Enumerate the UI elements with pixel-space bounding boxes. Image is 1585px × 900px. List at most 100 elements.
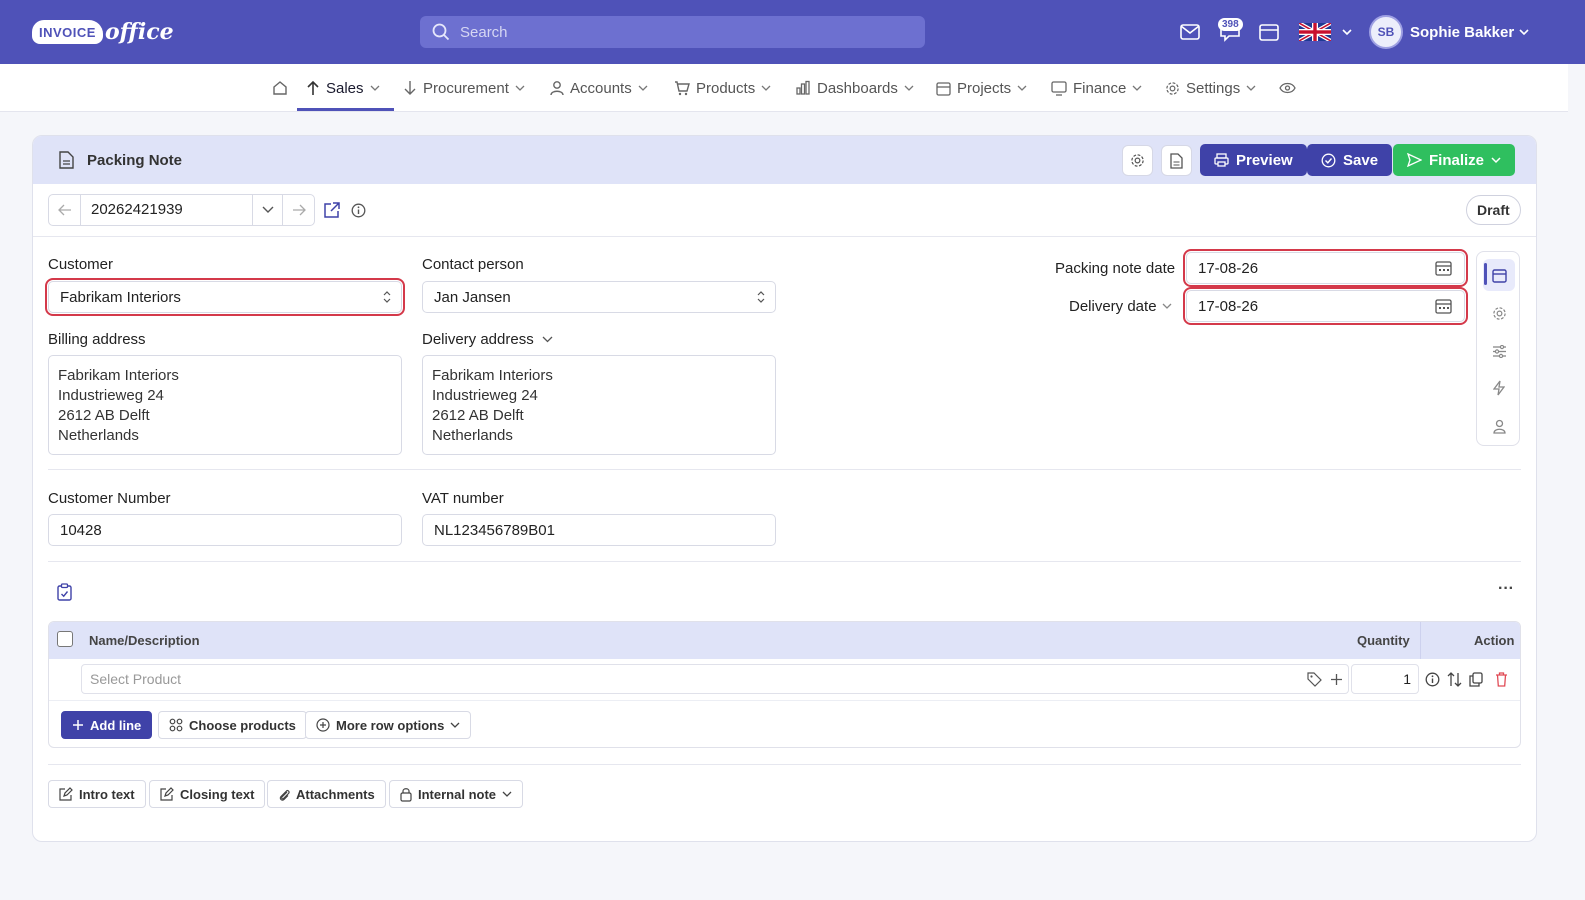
- nav-item-finance[interactable]: Finance: [1051, 76, 1142, 100]
- clipboard-icon[interactable]: [56, 583, 73, 601]
- contact-person-select[interactable]: Jan Jansen: [422, 281, 776, 313]
- billing-address-line: Netherlands: [58, 427, 139, 444]
- vat-number-value: NL123456789B01: [434, 521, 555, 539]
- sliders-icon[interactable]: [1488, 340, 1510, 362]
- closing-text-label: Closing text: [180, 786, 255, 802]
- grid-icon: [169, 718, 183, 732]
- info-icon[interactable]: [351, 203, 366, 218]
- nav-item-label: Products: [696, 79, 756, 97]
- vat-number-label: VAT number: [422, 490, 504, 507]
- external-link-icon[interactable]: [323, 201, 341, 219]
- nav-item-dashboards[interactable]: Dashboards: [795, 76, 914, 100]
- product-select-input[interactable]: Select Product: [81, 664, 1349, 694]
- customer-select[interactable]: Fabrikam Interiors: [45, 278, 405, 316]
- finalize-button[interactable]: Finalize: [1393, 144, 1516, 176]
- delivery-address-line: 2612 AB Delft: [432, 407, 524, 424]
- chevron-down-icon[interactable]: [1162, 303, 1172, 310]
- closing-text-button[interactable]: Closing text: [149, 780, 266, 808]
- nav-item-label: Settings: [1186, 79, 1241, 97]
- packing-note-card: Packing Note Preview Save Finalize 20262…: [32, 135, 1537, 842]
- gear-icon[interactable]: [1488, 302, 1510, 324]
- top-bar: INVOICE office 398 SB Sophie Bakker: [0, 0, 1585, 64]
- language-chevron-down-icon[interactable]: [1335, 20, 1359, 44]
- user-name[interactable]: Sophie Bakker: [1410, 24, 1514, 41]
- calendar-icon[interactable]: [1435, 260, 1452, 276]
- gear-icon: [1131, 154, 1144, 167]
- mail-icon[interactable]: [1178, 20, 1202, 44]
- packing-note-date-field[interactable]: 17-08-26: [1183, 249, 1468, 287]
- search-icon: [432, 23, 450, 41]
- select-all-checkbox[interactable]: [57, 631, 73, 647]
- intro-text-label: Intro text: [79, 786, 135, 802]
- settings-button[interactable]: [1122, 145, 1153, 176]
- delivery-address-box[interactable]: Fabrikam Interiors Industrieweg 24 2612 …: [422, 355, 776, 455]
- trash-icon[interactable]: [1493, 671, 1509, 687]
- pdf-button[interactable]: [1161, 145, 1192, 176]
- quantity-input[interactable]: 1: [1351, 664, 1419, 694]
- save-button[interactable]: Save: [1307, 144, 1393, 176]
- copy-icon[interactable]: [1468, 671, 1484, 687]
- updown-icon: [383, 291, 391, 303]
- nav-item-sales[interactable]: Sales: [306, 76, 380, 100]
- nav-item-accounts[interactable]: Accounts: [550, 76, 648, 100]
- calendar-icon[interactable]: [1435, 298, 1452, 314]
- user-avatar[interactable]: SB: [1369, 15, 1403, 49]
- delivery-date-label[interactable]: Delivery date: [1069, 298, 1157, 315]
- delivery-address-line: Industrieweg 24: [432, 387, 538, 404]
- gear-icon: [1166, 81, 1179, 95]
- vat-number-field[interactable]: NL123456789B01: [422, 514, 776, 546]
- calendar-icon[interactable]: [1257, 20, 1281, 44]
- user-icon[interactable]: [1488, 415, 1510, 437]
- choose-products-button[interactable]: Choose products: [158, 711, 307, 739]
- nav-item-products[interactable]: Products: [674, 76, 771, 100]
- more-options-menu[interactable]: ···: [1498, 580, 1514, 598]
- plus-icon[interactable]: [1328, 671, 1344, 687]
- intro-text-button[interactable]: Intro text: [48, 780, 146, 808]
- chevron-down-icon: [638, 85, 648, 91]
- info-icon[interactable]: [1424, 671, 1440, 687]
- billing-address-line: Fabrikam Interiors: [58, 367, 179, 384]
- nav-item-label: Sales: [326, 79, 364, 97]
- nav-item-projects[interactable]: Projects: [936, 76, 1027, 100]
- next-document-button[interactable]: [283, 195, 314, 225]
- attachments-button[interactable]: Attachments: [267, 780, 386, 808]
- user-menu-chevron-down-icon[interactable]: [1512, 20, 1536, 44]
- delivery-date-field[interactable]: 17-08-26: [1183, 287, 1468, 325]
- billing-address-box[interactable]: Fabrikam Interiors Industrieweg 24 2612 …: [48, 355, 402, 455]
- more-row-options-button[interactable]: More row options: [305, 711, 472, 739]
- nav-item-label: Projects: [957, 79, 1012, 97]
- card-header: Packing Note Preview Save Finalize: [33, 136, 1536, 184]
- divider: [48, 764, 1521, 765]
- search-input[interactable]: [460, 23, 900, 41]
- arrow-left-icon: [57, 204, 71, 216]
- add-line-button[interactable]: Add line: [61, 711, 153, 739]
- eye-icon[interactable]: [1279, 76, 1296, 100]
- chevron-down-icon: [370, 85, 379, 91]
- document-number[interactable]: 20262421939: [80, 195, 252, 225]
- tag-icon[interactable]: [1306, 671, 1322, 687]
- lightning-icon[interactable]: [1488, 377, 1510, 399]
- nav-item-procurement[interactable]: Procurement: [403, 76, 525, 100]
- column-header-action: Action: [1474, 633, 1515, 648]
- uk-flag-icon[interactable]: [1299, 23, 1331, 41]
- edit-icon: [160, 787, 174, 801]
- delivery-address-label[interactable]: Delivery address: [422, 331, 534, 348]
- reorder-icon[interactable]: [1446, 671, 1462, 687]
- previous-document-button[interactable]: [49, 195, 80, 225]
- nav-item-settings[interactable]: Settings: [1165, 76, 1256, 100]
- finalize-label: Finalize: [1429, 151, 1485, 169]
- calendar-icon[interactable]: [1488, 264, 1510, 286]
- notification-count-badge: 398: [1218, 18, 1243, 31]
- chevron-down-icon[interactable]: [542, 336, 553, 343]
- app-logo[interactable]: INVOICE office: [32, 14, 174, 50]
- billing-address-label: Billing address: [48, 331, 146, 348]
- packing-note-date-value: 17-08-26: [1198, 259, 1259, 277]
- column-header-name: Name/Description: [89, 633, 200, 648]
- home-icon[interactable]: [272, 76, 288, 100]
- search-bar[interactable]: [420, 16, 925, 48]
- calendar-icon: [936, 81, 951, 96]
- internal-note-button[interactable]: Internal note: [389, 780, 524, 808]
- customer-number-field[interactable]: 10428: [48, 514, 402, 546]
- document-number-dropdown[interactable]: [252, 195, 283, 225]
- preview-button[interactable]: Preview: [1200, 144, 1307, 176]
